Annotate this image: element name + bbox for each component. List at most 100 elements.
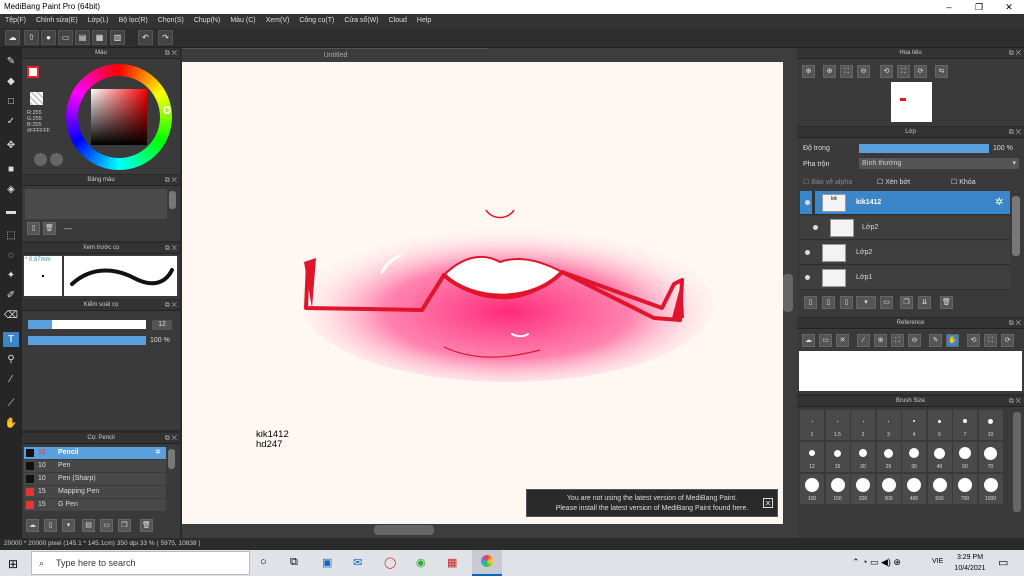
close-icon[interactable]: ✕ [994,0,1024,14]
fit-window-icon[interactable]: ⛶ [897,65,910,78]
delete-layer-icon[interactable]: 🗑 [940,296,953,309]
new-halftone-layer-icon[interactable]: ▯ [822,296,835,309]
clip-checkbox[interactable]: ☐ Xén bớt [877,178,910,186]
brush-size-cell[interactable]: 10 [978,410,1003,440]
pen-ref-icon[interactable]: ✎ [929,334,942,347]
eyedropper-icon[interactable]: ⁄ [3,372,19,387]
hue-handle[interactable] [163,106,171,114]
canvas-hscrollbar[interactable] [374,525,434,535]
brush-size-cell[interactable]: 40 [927,442,952,472]
task-view-icon[interactable]: ○ [260,556,267,568]
app-icon[interactable]: ▦ [447,556,457,569]
upload-icon[interactable]: ⇧ [24,30,39,45]
comment-icon[interactable]: ● [41,30,56,45]
brush-item-pen-sharp[interactable]: 10 Pen (Sharp) [24,473,166,485]
brush-size-cell[interactable]: 1 [800,410,824,440]
brush-list-scrollbar[interactable] [168,449,175,469]
size-slider[interactable] [28,320,146,329]
move-tool-icon[interactable]: ✥ [3,138,19,153]
menu-file[interactable]: Tệp(F) [0,14,31,24]
minimize-icon[interactable]: – [934,0,964,14]
pen-tool-icon[interactable]: ⟋ [3,396,19,411]
zoom-out-icon[interactable]: ⊖ [857,65,870,78]
hand-ref-icon[interactable]: ✋ [946,334,959,347]
color-set-icon[interactable] [34,153,47,166]
canvas-vscrollbar[interactable] [783,274,793,312]
copy-layer-icon[interactable]: ❐ [900,296,913,309]
zoom-in-ref-icon[interactable]: ⊕ [874,334,887,347]
lasso-tool-icon[interactable]: ◌ [3,248,19,263]
update-notice[interactable]: You are not using the latest version of … [526,489,778,517]
brush-size-cell[interactable]: 3 [876,410,901,440]
reference-canvas[interactable] [799,351,1022,391]
brush-size-cell[interactable]: 300 [876,474,901,504]
brush-size-cell[interactable]: 12 [800,442,824,472]
brush-tool-icon[interactable]: ✎ [3,54,19,69]
notification-icon[interactable]: ▭ [998,556,1008,569]
fit-window-ref-icon[interactable]: ⛶ [984,334,997,347]
layer-row-lop2-child[interactable]: Lớp2 [800,216,1010,240]
layer-opacity-slider[interactable] [859,144,989,153]
undo-icon[interactable]: ↶ [138,30,153,45]
lock-checkbox[interactable]: ☐ Khóa [951,178,976,186]
add-brush-icon[interactable]: ▯ [44,519,57,532]
brush-size-cell[interactable]: 15 [825,442,850,472]
brush-size-cell[interactable]: 30 [902,442,926,472]
maximize-icon[interactable]: ❐ [964,0,994,14]
brush-size-cell[interactable]: 25 [876,442,901,472]
rotate-right-ref-icon[interactable]: ⟳ [1001,334,1014,347]
gradient-tool-icon[interactable]: ▬ [3,204,19,219]
menu-window[interactable]: Cửa sổ(W) [339,14,383,24]
text-tool-icon[interactable]: T [3,332,19,347]
store-icon[interactable]: ▣ [322,556,332,569]
layer-settings-icon[interactable]: ✲ [995,191,1003,215]
brush-item-mapping-pen[interactable]: 15 Mapping Pen [24,486,166,498]
message-icon[interactable]: ▭ [58,30,73,45]
windows-start-icon[interactable]: ⊞ [8,557,18,571]
brush-size-cell[interactable]: 70 [978,442,1003,472]
fit-ref-icon[interactable]: ⛶ [891,334,904,347]
coccoc-icon[interactable]: ◉ [416,556,426,569]
palette-area[interactable] [25,189,167,219]
bucket-tool-icon[interactable]: ◈ [3,182,19,197]
mail-icon[interactable]: ✉ [353,556,362,569]
hand-tool-icon[interactable]: ✋ [3,416,19,431]
document-icon[interactable]: ▤ [75,30,90,45]
select-pen-icon[interactable]: ✐ [3,288,19,303]
open-reference-icon[interactable]: ▭ [819,334,832,347]
delete-brush-icon[interactable]: 🗑 [140,519,153,532]
menu-view[interactable]: Xem(V) [261,14,295,24]
brush-item-g-pen[interactable]: 15 G Pen [24,499,166,511]
rotate-right-icon[interactable]: ⟳ [914,65,927,78]
select-eraser-icon[interactable]: ⌫ [3,308,19,323]
cloud-brush-icon[interactable]: ☁ [26,519,39,532]
opacity-slider[interactable] [28,336,146,345]
layout-icon[interactable]: ▥ [110,30,125,45]
layer-type-icon[interactable]: ▾ [856,296,876,309]
brush-properties-icon[interactable]: ▤ [82,519,95,532]
color-mode-icon[interactable] [50,153,63,166]
menu-help[interactable]: Help [412,14,436,24]
brush-size-cell[interactable]: 500 [927,474,952,504]
medibang-taskbar-icon[interactable] [472,550,502,576]
primary-color-swatch[interactable] [27,66,39,78]
brush-item-pencil[interactable]: 12 Pencil ✲ [24,447,166,459]
fill-shape-icon[interactable]: ■ [3,162,19,177]
brush-size-cell[interactable]: 200 [851,474,875,504]
fit-icon[interactable]: ⛶ [840,65,853,78]
menu-filter[interactable]: Bộ lọc(R) [114,14,153,24]
language-indicator[interactable]: VIE [932,558,943,565]
clock[interactable]: 3:29 PM 10/4/2021 [950,552,990,574]
rotate-left-ref-icon[interactable]: ⟲ [967,334,980,347]
operation-tool-icon[interactable]: ⚲ [3,352,19,367]
menu-color[interactable]: Màu (C) [225,14,260,24]
grid-icon[interactable]: ▦ [92,30,107,45]
magic-wand-icon[interactable]: ✦ [3,268,19,283]
new-layer-icon[interactable]: ▯ [804,296,817,309]
dot-tool-icon[interactable]: ✓ [3,114,19,129]
menu-tools[interactable]: Công cụ(T) [294,14,339,24]
canvas-document[interactable]: kik1412 hd247 [182,62,783,524]
widgets-icon[interactable]: ⧉ [290,556,298,569]
brush-size-cell[interactable]: 100 [800,474,824,504]
brush-copy-icon[interactable]: ❐ [118,519,131,532]
